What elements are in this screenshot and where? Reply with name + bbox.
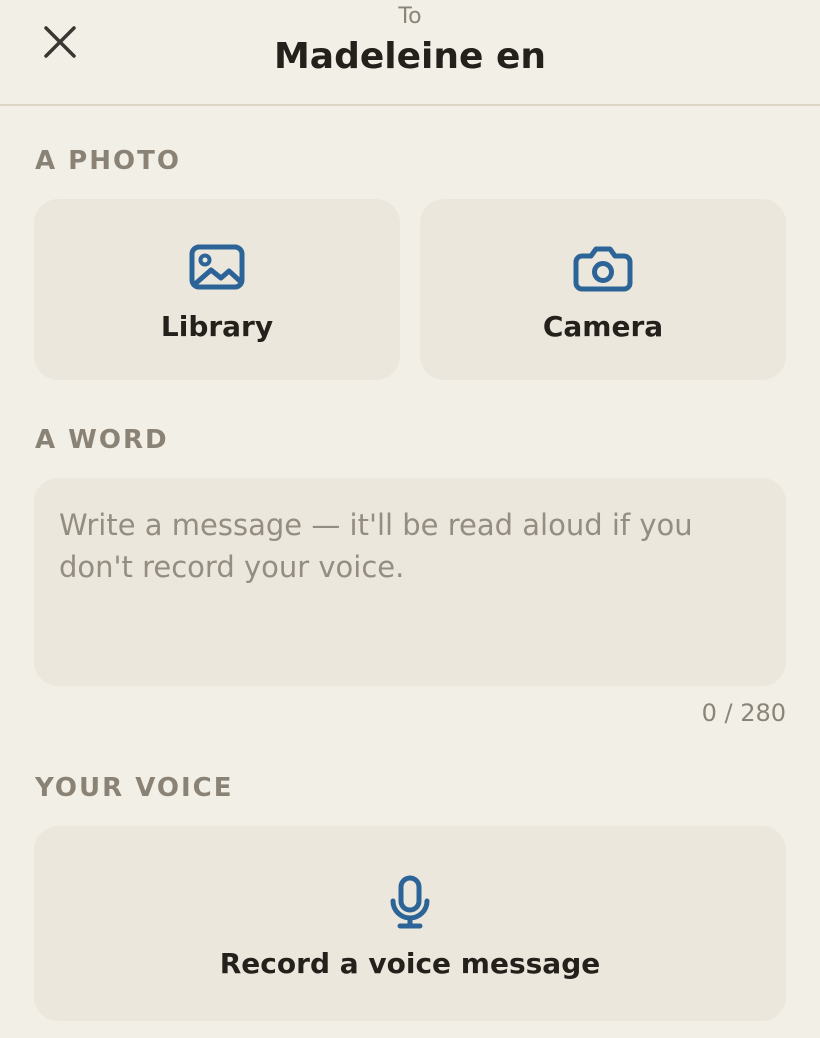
microphone-icon bbox=[390, 875, 430, 928]
message-input[interactable] bbox=[34, 478, 786, 686]
record-voice-button[interactable]: Record a voice message bbox=[34, 826, 786, 1021]
voice-section-label: YOUR VOICE bbox=[35, 773, 234, 803]
camera-icon bbox=[573, 246, 633, 291]
record-voice-label: Record a voice message bbox=[219, 946, 601, 980]
recipient-name: Madeleine en bbox=[273, 36, 547, 77]
camera-button[interactable]: Camera bbox=[420, 199, 786, 380]
photo-section-label: A PHOTO bbox=[35, 146, 181, 176]
library-label: Library bbox=[160, 309, 274, 343]
camera-label: Camera bbox=[542, 309, 664, 343]
image-icon bbox=[189, 244, 245, 289]
message-field-container bbox=[34, 478, 786, 686]
library-button[interactable]: Library bbox=[34, 199, 400, 380]
header: To Madeleine en bbox=[0, 0, 820, 106]
word-section-label: A WORD bbox=[35, 425, 169, 455]
to-label: To bbox=[398, 4, 422, 29]
character-counter: 0 / 280 bbox=[701, 699, 786, 727]
